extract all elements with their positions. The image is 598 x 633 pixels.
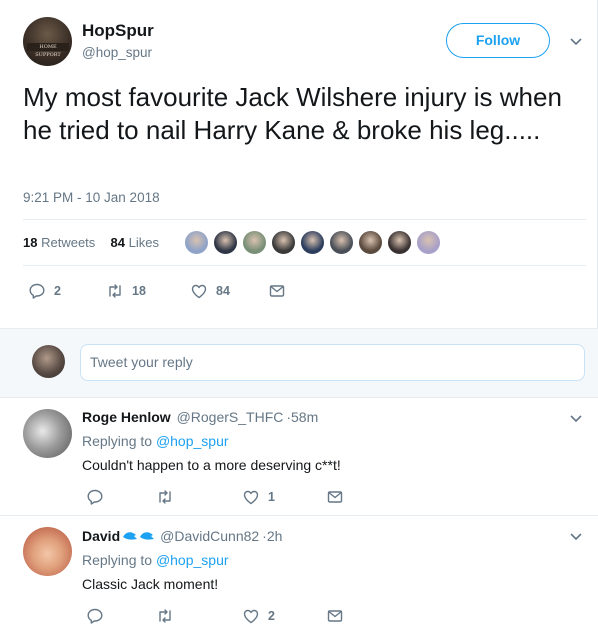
follow-button[interactable]: Follow	[446, 23, 550, 58]
retweet-button[interactable]	[156, 488, 242, 506]
heart-icon	[191, 284, 207, 299]
reply-time[interactable]: ·58m	[286, 409, 318, 425]
tweet-actions: 2 18 84	[28, 281, 286, 301]
reply-author-name[interactable]: David	[82, 528, 120, 544]
reply-icon	[87, 489, 103, 505]
like-count: 2	[268, 609, 275, 623]
like-button[interactable]: 1	[242, 488, 326, 506]
chevron-down-icon[interactable]	[568, 33, 584, 49]
reply-actions: 1	[86, 487, 344, 507]
author-handle[interactable]: @hop_spur	[82, 45, 152, 60]
likes-count[interactable]: 84	[111, 235, 125, 250]
liker-avatar[interactable]	[300, 230, 325, 255]
tweet-text: My most favourite Jack Wilshere injury i…	[23, 82, 562, 145]
reply-button[interactable]	[86, 607, 156, 625]
reply-tweet[interactable]: Roge Henlow @RogerS_THFC ·58m Replying to…	[0, 398, 598, 516]
reply-icon	[29, 283, 45, 299]
like-count: 1	[268, 490, 275, 504]
retweets-count[interactable]: 18	[23, 235, 37, 250]
liker-avatar[interactable]	[213, 230, 238, 255]
reply-author-name[interactable]: Roge Henlow	[82, 409, 171, 425]
tweet-timestamp[interactable]: 9:21 PM - 10 Jan 2018	[23, 190, 160, 205]
reply-count: 2	[54, 284, 61, 298]
chevron-down-icon[interactable]	[568, 528, 584, 544]
replying-to: Replying to @hop_spur	[82, 552, 229, 568]
likes-label[interactable]: Likes	[129, 235, 159, 250]
divider	[23, 265, 586, 266]
like-count: 84	[216, 284, 230, 298]
avatar-caption: HOME SUPPORT	[27, 43, 69, 58]
avatar[interactable]	[23, 527, 72, 576]
replying-to-label: Replying to	[82, 433, 153, 449]
liker-avatar[interactable]	[329, 230, 354, 255]
liker-avatar[interactable]	[271, 230, 296, 255]
replying-to-label: Replying to	[82, 552, 153, 568]
reply-button[interactable]: 2	[28, 282, 106, 300]
current-user-avatar	[32, 345, 65, 378]
direct-message-button[interactable]	[326, 488, 344, 506]
like-button[interactable]: 2	[242, 607, 326, 625]
main-tweet: HOME SUPPORT HopSpur @hop_spur Follow My…	[0, 0, 598, 328]
envelope-icon	[327, 610, 343, 622]
liker-avatar[interactable]	[184, 230, 209, 255]
tweet-stats: 18 Retweets 84 Likes	[23, 235, 159, 250]
reply-icon	[87, 608, 103, 624]
retweet-button[interactable]	[156, 607, 242, 625]
avatar[interactable]: HOME SUPPORT	[23, 17, 72, 66]
reply-text: Couldn't happen to a more deserving c**t…	[82, 457, 341, 473]
liker-avatars	[184, 230, 445, 256]
direct-message-button[interactable]	[326, 607, 344, 625]
reply-tweet[interactable]: David @DavidCunn82·2h Replying to @hop_s…	[0, 516, 598, 633]
reply-text: Classic Jack moment!	[82, 576, 219, 592]
direct-message-button[interactable]	[268, 282, 286, 300]
retweets-label[interactable]: Retweets	[41, 235, 95, 250]
liker-avatar[interactable]	[242, 230, 267, 255]
retweet-count: 18	[132, 284, 146, 298]
heart-icon	[243, 490, 259, 505]
liker-avatar[interactable]	[358, 230, 383, 255]
avatar[interactable]	[23, 409, 72, 458]
replying-to: Replying to @hop_spur	[82, 433, 229, 449]
author-name[interactable]: HopSpur	[82, 21, 154, 41]
heart-icon	[243, 609, 259, 624]
reply-author-handle[interactable]: @DavidCunn82	[160, 528, 259, 544]
reply-header: David @DavidCunn82·2h	[82, 528, 282, 544]
reply-time[interactable]: ·2h	[262, 528, 282, 544]
envelope-icon	[327, 491, 343, 503]
retweet-button[interactable]: 18	[106, 282, 190, 300]
divider	[23, 219, 586, 220]
spurs-emoji-icon	[123, 532, 155, 540]
retweet-icon	[109, 284, 121, 298]
replying-to-link[interactable]: @hop_spur	[156, 552, 229, 568]
chevron-down-icon[interactable]	[568, 410, 584, 426]
liker-avatar[interactable]	[387, 230, 412, 255]
reply-button[interactable]	[86, 488, 156, 506]
envelope-icon	[269, 285, 285, 297]
retweet-icon	[159, 609, 171, 623]
retweet-icon	[159, 490, 171, 504]
like-button[interactable]: 84	[190, 282, 268, 300]
reply-header: Roge Henlow @RogerS_THFC ·58m	[82, 409, 318, 425]
reply-actions: 2	[86, 606, 344, 626]
reply-author-handle[interactable]: @RogerS_THFC	[177, 409, 284, 425]
reply-input[interactable]: Tweet your reply	[80, 344, 585, 381]
liker-avatar[interactable]	[416, 230, 441, 255]
replying-to-link[interactable]: @hop_spur	[156, 433, 229, 449]
